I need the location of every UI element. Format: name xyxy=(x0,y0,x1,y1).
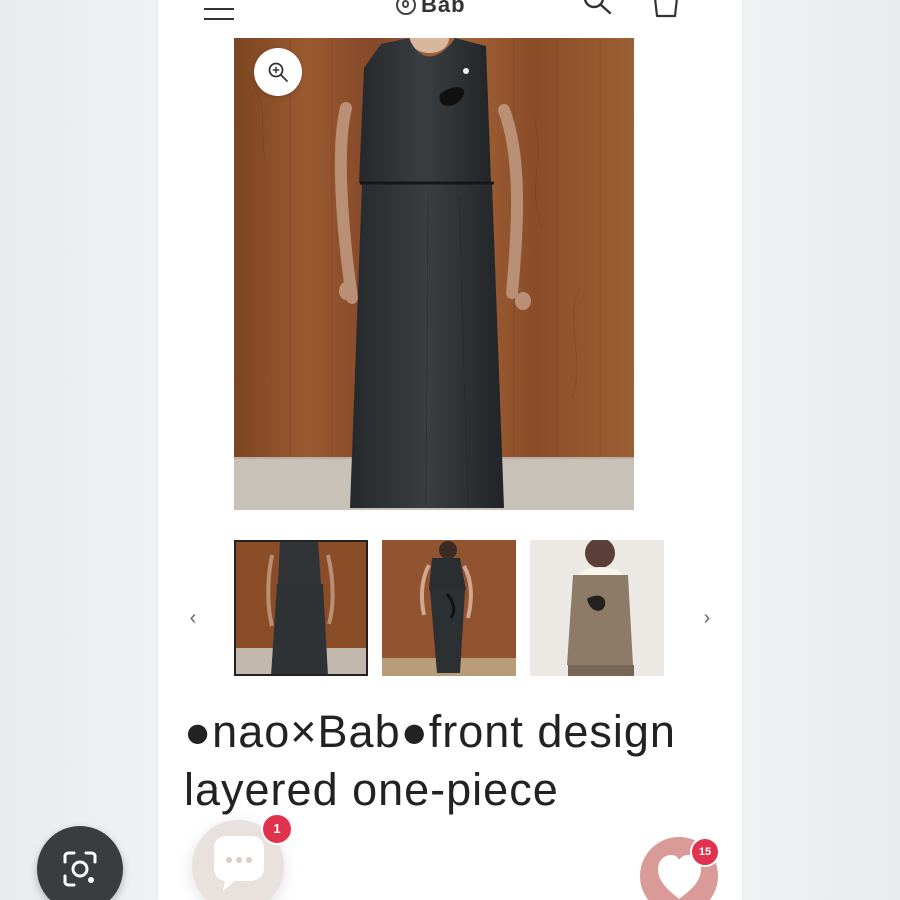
mobile-screen: Bab ‹ › ●nao×Bab●front design layered on… xyxy=(0,0,900,900)
front-view-thumbnail xyxy=(234,540,368,676)
product-title: ●nao×Bab●front design layered one-piece xyxy=(184,706,676,815)
next-image-button[interactable]: › xyxy=(694,601,720,635)
product-page: Bab ‹ › ●nao×Bab●front design layered on… xyxy=(158,0,742,900)
thumbnail-side-view[interactable] xyxy=(382,540,516,676)
google-lens-icon xyxy=(63,851,97,887)
previous-image-button[interactable]: ‹ xyxy=(180,601,206,635)
brand-logo-mark xyxy=(396,0,416,15)
hamburger-menu-icon[interactable] xyxy=(204,0,236,20)
detail-view-thumbnail xyxy=(530,540,664,676)
zoom-button[interactable] xyxy=(254,48,302,96)
chat-notification-badge: 1 xyxy=(261,813,293,845)
main-product-image[interactable] xyxy=(234,38,634,510)
brand-logo[interactable]: Bab xyxy=(396,0,466,18)
dress-photo xyxy=(234,38,634,510)
brand-name: Bab xyxy=(421,0,466,17)
wishlist-count-badge: 15 xyxy=(690,837,720,867)
shopping-bag-icon[interactable] xyxy=(646,0,686,20)
zoom-in-icon xyxy=(268,62,288,82)
site-header: Bab xyxy=(158,0,742,24)
google-lens-button[interactable] xyxy=(37,826,123,900)
thumbnail-front-view[interactable] xyxy=(234,540,368,676)
search-icon[interactable] xyxy=(580,0,616,18)
side-view-thumbnail xyxy=(382,540,516,676)
thumbnail-detail-view[interactable] xyxy=(530,540,664,676)
